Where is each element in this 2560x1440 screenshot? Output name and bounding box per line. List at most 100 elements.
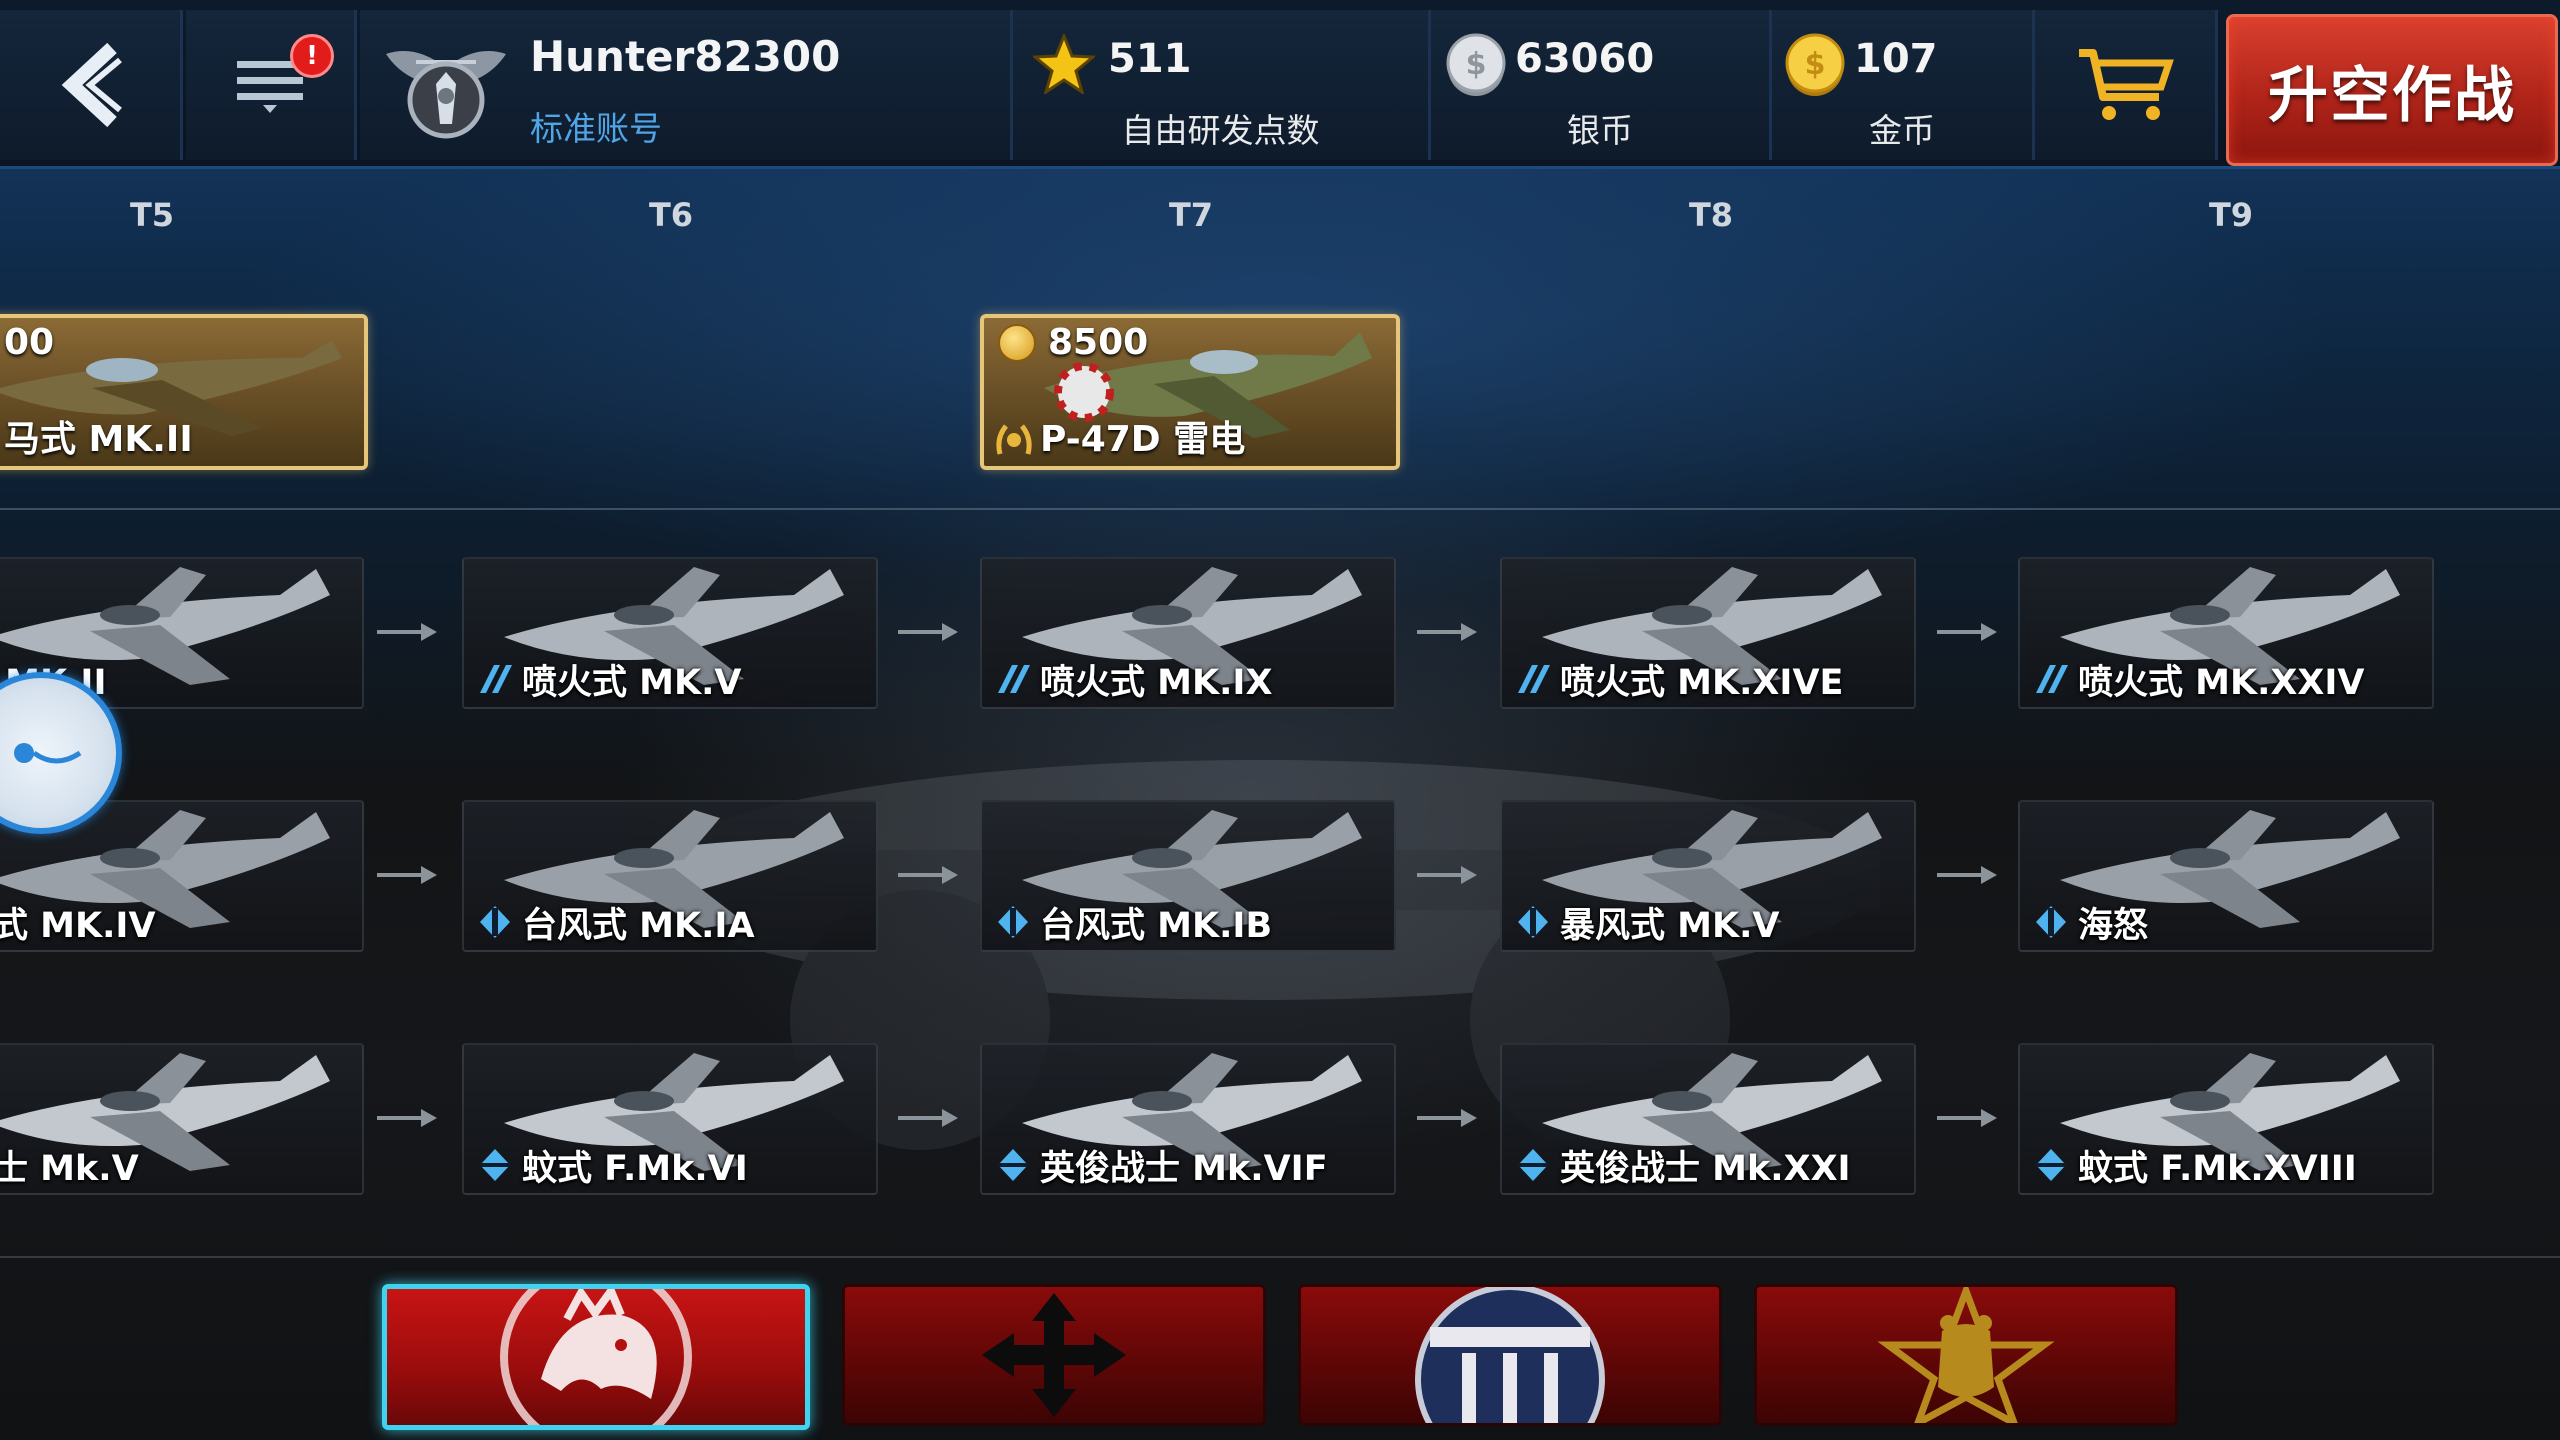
fighter-class-icon — [998, 665, 1030, 693]
premium-plane-name: 马式 MK.II — [4, 419, 193, 460]
tier-label-t5: T5 — [129, 196, 175, 234]
fighter-class-icon — [2036, 665, 2068, 693]
bear-star-emblem-icon — [1877, 1287, 2055, 1423]
tech-tree-node[interactable]: 暴风式 MK.V — [1500, 800, 1916, 952]
top-bar: ! Hunter82300 标准账号 511 自由研发点数 $ 63060 银币… — [0, 0, 2560, 169]
premium-price: 00 — [4, 322, 55, 363]
scroll-handle-icon — [14, 743, 82, 764]
notification-badge: ! — [290, 34, 334, 78]
nation-tab-germany[interactable] — [842, 1284, 1266, 1426]
upgrade-arrow-icon — [1935, 617, 1999, 647]
silver-balance: $ 63060 银币 — [1431, 10, 1772, 160]
fighter-class-icon — [480, 665, 512, 693]
tech-tree-node[interactable]: 战士 Mk.V — [0, 1043, 364, 1195]
premium-plane-card[interactable]: 00 马式 MK.II — [0, 314, 368, 470]
tech-tree-node[interactable]: 台风式 MK.IB — [980, 800, 1396, 952]
tech-tree-node[interactable]: 喷火式 MK.V — [462, 557, 878, 709]
research-points-value: 511 — [1108, 36, 1192, 82]
gold-coin-icon — [998, 324, 1036, 362]
upgrade-arrow-icon — [1415, 860, 1479, 890]
menu-button[interactable]: ! — [186, 10, 357, 160]
tier-label-t6: T6 — [648, 196, 694, 234]
account-type: 标准账号 — [530, 109, 662, 148]
heavy-fighter-class-icon — [1518, 906, 1548, 938]
nation-tab-ussr[interactable] — [1754, 1284, 2178, 1426]
upgrade-arrow-icon — [375, 1103, 439, 1133]
back-arrow-icon — [0, 10, 180, 160]
silver-value: 63060 — [1515, 36, 1655, 82]
tech-tree-node[interactable]: 台风式 MK.IA — [462, 800, 878, 952]
upgrade-arrow-icon — [1935, 1103, 1999, 1133]
upgrade-arrow-icon — [896, 860, 960, 890]
upgrade-arrow-icon — [896, 1103, 960, 1133]
tech-tree-node[interactable]: 蚊式 F.Mk.VI — [462, 1043, 878, 1195]
menu-icon — [186, 10, 354, 160]
laurel-icon — [996, 424, 1032, 455]
tier-label-t9: T9 — [2208, 196, 2254, 234]
research-points-label: 自由研发点数 — [1121, 111, 1320, 150]
lion-emblem-icon — [500, 1289, 692, 1425]
heavy-fighter-class-icon — [480, 906, 510, 938]
plane-name: 战士 Mk.V — [0, 1149, 139, 1189]
tech-tree-node[interactable]: 喷火式 MK.XIVE — [1500, 557, 1916, 709]
upgrade-arrow-icon — [375, 617, 439, 647]
tier-label-t7: T7 — [1168, 196, 1214, 234]
tech-tree-node[interactable]: 海怒 — [2018, 800, 2434, 952]
tier-label-t8: T8 — [1688, 196, 1734, 234]
plane-name: 蚊式 F.Mk.VI — [522, 1149, 748, 1189]
star-icon — [1033, 34, 1095, 94]
plane-name: 喷火式 MK.XXIV — [2078, 663, 2365, 703]
svg-text:$: $ — [1805, 47, 1826, 82]
silver-coin-icon: $ — [1446, 33, 1506, 96]
username: Hunter82300 — [530, 32, 841, 81]
back-button[interactable] — [0, 10, 183, 160]
gold-label: 金币 — [1869, 111, 1935, 150]
nation-tab-britain[interactable] — [382, 1284, 810, 1430]
plane-name: 喷火式 MK.V — [522, 663, 742, 703]
svg-text:$: $ — [1466, 47, 1487, 82]
research-points: 511 自由研发点数 — [1013, 10, 1431, 160]
upgrade-arrow-icon — [896, 617, 960, 647]
plane-name: 蚊式 F.Mk.XVIII — [2078, 1149, 2357, 1189]
multirole-class-icon — [998, 1149, 1028, 1181]
player-profile[interactable]: Hunter82300 标准账号 — [360, 10, 1013, 160]
plane-name: 喷火式 MK.IX — [1040, 663, 1273, 703]
heavy-fighter-class-icon — [2036, 906, 2066, 938]
shop-button[interactable] — [2035, 10, 2218, 160]
tech-tree-node[interactable]: 喷火式 MK.IX — [980, 557, 1396, 709]
section-divider — [0, 508, 2560, 510]
plane-name: 台风式 MK.IA — [522, 906, 755, 946]
hangar-screen: ! Hunter82300 标准账号 511 自由研发点数 $ 63060 银币… — [0, 0, 2560, 1440]
upgrade-arrow-icon — [1935, 860, 1999, 890]
multirole-class-icon — [2036, 1149, 2066, 1181]
plane-name: 风式 MK.IV — [0, 906, 156, 946]
premium-plane-name: P-47D 雷电 — [1040, 419, 1246, 460]
multirole-class-icon — [1518, 1149, 1548, 1181]
multirole-class-icon — [480, 1149, 510, 1181]
roundel-emblem-icon — [1415, 1287, 1605, 1423]
premium-plane-card[interactable]: 8500 P-47D 雷电 — [980, 314, 1400, 470]
nation-tab-usa[interactable] — [1298, 1284, 1722, 1426]
plane-name: 海怒 — [2078, 906, 2149, 946]
plane-name: 喷火式 MK.XIVE — [1560, 663, 1844, 703]
cart-icon — [2035, 10, 2215, 160]
gold-value: 107 — [1854, 36, 1938, 82]
take-off-button[interactable]: 升空作战 — [2226, 14, 2558, 166]
plane-name: 英俊战士 Mk.XXI — [1560, 1149, 1851, 1189]
plane-name: 台风式 MK.IB — [1040, 906, 1273, 946]
tech-tree-node[interactable]: 英俊战士 Mk.VIF — [980, 1043, 1396, 1195]
section-divider — [0, 1256, 2560, 1258]
heavy-fighter-class-icon — [998, 906, 1028, 938]
silver-label: 银币 — [1567, 111, 1633, 150]
tech-tree-node[interactable]: 蚊式 F.Mk.XVIII — [2018, 1043, 2434, 1195]
upgrade-arrow-icon — [1415, 1103, 1479, 1133]
gold-balance: $ 107 金币 — [1772, 10, 2035, 160]
tech-tree-node[interactable]: 喷火式 MK.XXIV — [2018, 557, 2434, 709]
gold-coin-icon: $ — [1785, 33, 1845, 96]
tech-tree-node[interactable]: 英俊战士 Mk.XXI — [1500, 1043, 1916, 1195]
rank-emblem-icon — [386, 51, 506, 139]
premium-price: 8500 — [1048, 322, 1149, 363]
plane-name: 英俊战士 Mk.VIF — [1040, 1149, 1328, 1189]
fighter-class-icon — [1518, 665, 1550, 693]
cross-emblem-icon — [982, 1293, 1126, 1417]
